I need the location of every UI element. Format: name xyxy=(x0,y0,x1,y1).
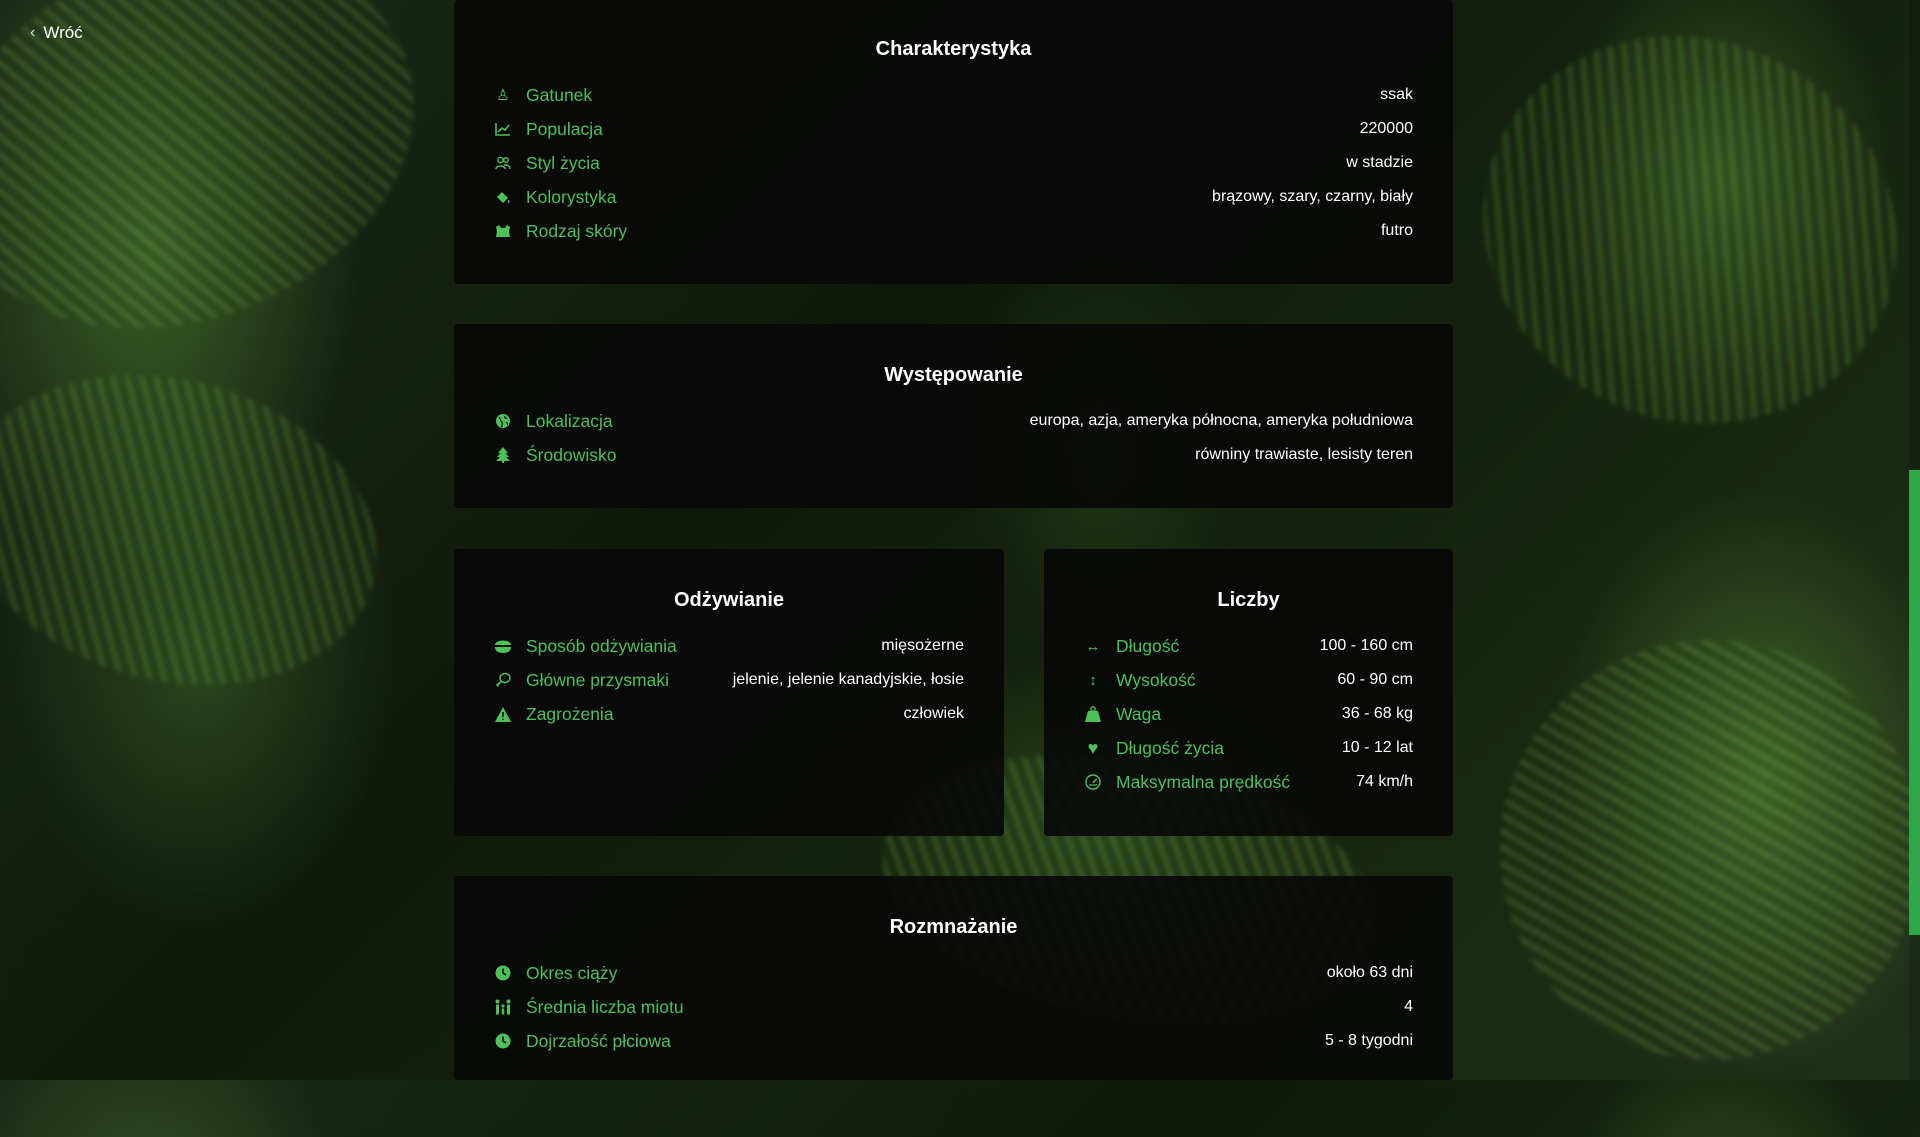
arrows-vertical-icon: ↕ xyxy=(1089,671,1097,689)
skin-icon xyxy=(494,222,512,240)
clock-icon xyxy=(494,1032,512,1050)
row-value: brązowy, szary, czarny, biały xyxy=(1212,188,1413,205)
globe-icon xyxy=(494,412,512,430)
scrollbar-thumb[interactable] xyxy=(1909,470,1920,935)
row-value: mięsożerne xyxy=(881,637,964,654)
row-label: Dojrzałość płciowa xyxy=(526,1030,671,1051)
row-value: w stadzie xyxy=(1346,154,1413,171)
heart-icon: ♥ xyxy=(1087,737,1099,758)
row-label: Długość xyxy=(1116,635,1180,656)
info-row-gatunek: ♙ Gatunek ssak xyxy=(494,78,1413,112)
arrows-horizontal-icon: ↔ xyxy=(1085,637,1101,655)
back-button[interactable]: ‹ Wróć xyxy=(30,23,83,43)
card-wystepowanie: Występowanie Lokalizacja europa, azja, a… xyxy=(454,324,1453,508)
row-value: 74 km/h xyxy=(1356,773,1413,790)
info-row-srednia-liczba-miotu: Średnia liczba miotu 4 xyxy=(494,990,1413,1024)
info-row-populacja: Populacja 220000 xyxy=(494,112,1413,146)
info-row-lokalizacja: Lokalizacja europa, azja, ameryka północ… xyxy=(494,404,1413,438)
tree-icon xyxy=(494,446,512,464)
row-label: Okres ciąży xyxy=(526,962,618,983)
row-value: ssak xyxy=(1380,86,1413,103)
background-foliage xyxy=(0,0,468,392)
row-label: Populacja xyxy=(526,118,603,139)
row-value: równiny trawiaste, lesisty teren xyxy=(1195,446,1413,463)
speedometer-icon xyxy=(1084,773,1102,791)
weight-icon xyxy=(1084,705,1102,723)
row-label: Kolorystyka xyxy=(526,186,617,207)
card-title: Charakterystyka xyxy=(875,38,1032,60)
row-label: Sposób odżywiania xyxy=(526,635,677,656)
row-label: Środowisko xyxy=(526,444,617,465)
card-liczby: Liczby ↔ Długość 100 - 160 cm ↕ Wysokość 6… xyxy=(1044,549,1453,836)
info-row-srodowisko: Środowisko równiny trawiaste, lesisty te… xyxy=(494,438,1413,472)
row-label: Zagrożenia xyxy=(526,703,614,724)
info-row-dlugosc: ↔ Długość 100 - 160 cm xyxy=(1084,629,1414,663)
paint-bucket-icon xyxy=(494,188,512,206)
row-value: około 63 dni xyxy=(1326,964,1413,981)
info-row-zagrozenia: Zagrożenia człowiek xyxy=(494,697,964,731)
row-value: 60 - 90 cm xyxy=(1337,671,1413,688)
card-odzywianie: Odżywianie Sposób odżywiania mięsożerne … xyxy=(454,549,1004,836)
row-label: Gatunek xyxy=(526,84,593,105)
card-title: Odżywianie xyxy=(673,589,785,611)
info-row-styl-zycia: Styl życia w stadzie xyxy=(494,146,1413,180)
row-value: futro xyxy=(1380,222,1413,239)
row-label: Styl życia xyxy=(526,152,600,173)
info-row-okres-ciazy: Okres ciąży około 63 dni xyxy=(494,956,1413,990)
row-label: Lokalizacja xyxy=(526,410,613,431)
info-row-sposob-odzywiania: Sposób odżywiania mięsożerne xyxy=(494,629,964,663)
chevron-left-icon: ‹ xyxy=(30,24,36,41)
row-label: Główne przysmaki xyxy=(526,669,669,690)
info-row-dlugosc-zycia: ♥ Długość życia 10 - 12 lat xyxy=(1084,731,1413,765)
row-label: Długość życia xyxy=(1116,737,1224,758)
info-row-dojrzalosc-plciowa: Dojrzałość płciowa 5 - 8 tygodni xyxy=(494,1024,1413,1058)
species-icon: ♙ xyxy=(496,87,510,104)
info-row-waga: Waga 36 - 68 kg xyxy=(1084,697,1413,731)
row-label: Waga xyxy=(1116,703,1162,724)
row-value: 220000 xyxy=(1359,120,1413,137)
row-label: Rodzaj skóry xyxy=(526,220,628,241)
row-value: 36 - 68 kg xyxy=(1341,705,1413,722)
card-title: Występowanie xyxy=(884,364,1023,386)
card-rozmnazanie: Rozmnażanie Okres ciąży około 63 dni Śre… xyxy=(454,876,1453,1080)
info-row-glowne-przysmaki: Główne przysmaki jelenie, jelenie kanady… xyxy=(494,663,964,697)
row-value: 100 - 160 cm xyxy=(1319,637,1413,654)
row-value: człowiek xyxy=(903,705,964,722)
clock-icon xyxy=(494,964,512,982)
card-title: Liczby xyxy=(1217,589,1280,611)
users-icon xyxy=(494,154,512,172)
warning-icon xyxy=(494,705,512,723)
row-value: 10 - 12 lat xyxy=(1341,739,1413,756)
row-value: europa, azja, ameryka północna, ameryka … xyxy=(1029,412,1413,429)
row-value: 4 xyxy=(1404,998,1413,1015)
row-label: Wysokość xyxy=(1116,669,1196,690)
background-foliage xyxy=(1423,563,1920,1137)
background-foliage xyxy=(1419,0,1920,491)
card-title: Rozmnażanie xyxy=(889,916,1018,938)
background-foliage xyxy=(0,330,412,730)
info-row-kolorystyka: Kolorystyka brązowy, szary, czarny, biał… xyxy=(494,180,1413,214)
info-row-wysokosc: ↕ Wysokość 60 - 90 cm xyxy=(1084,663,1413,697)
bowl-icon xyxy=(494,637,512,655)
row-label: Maksymalna prędkość xyxy=(1116,771,1291,792)
card-charakterystyka: Charakterystyka ♙ Gatunek ssak Populacja … xyxy=(454,0,1453,284)
chart-line-icon xyxy=(494,120,512,138)
info-row-rodzaj-skory: Rodzaj skóry futro xyxy=(494,214,1413,248)
row-label: Średnia liczba miotu xyxy=(526,996,684,1017)
back-label: Wróć xyxy=(43,23,83,42)
family-icon xyxy=(494,998,512,1016)
info-row-maksymalna-predkosc: Maksymalna prędkość 74 km/h xyxy=(1084,765,1413,799)
drumstick-icon xyxy=(494,671,512,689)
scrollbar-track[interactable] xyxy=(1909,0,1920,1080)
row-value: 5 - 8 tygodni xyxy=(1324,1032,1413,1049)
row-value: jelenie, jelenie kanadyjskie, łosie xyxy=(732,671,964,688)
